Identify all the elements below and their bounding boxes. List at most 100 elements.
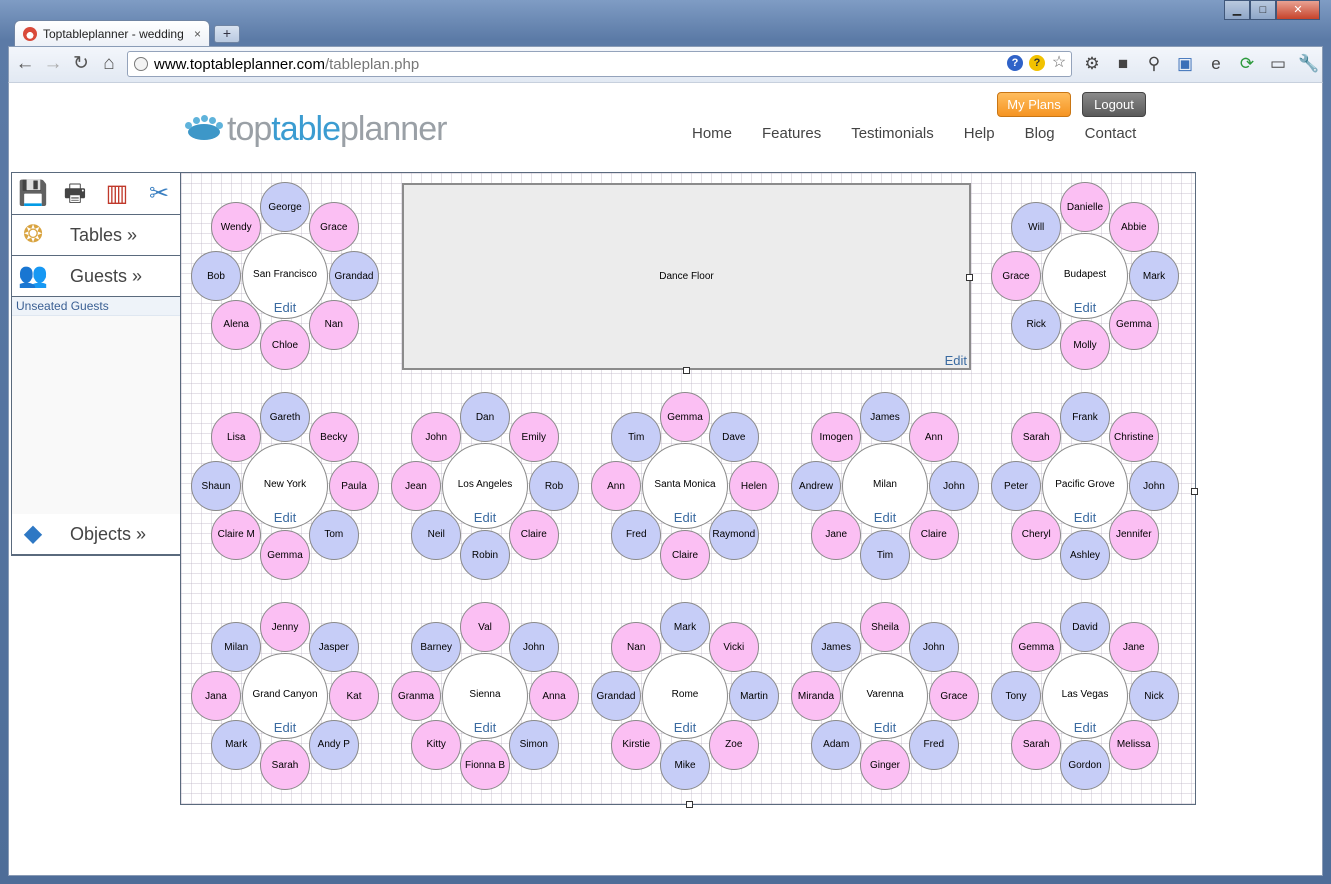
guest-seat[interactable]: Zoe: [708, 719, 759, 770]
objects-panel-toggle[interactable]: ◆ Objects »: [12, 514, 180, 555]
my-plans-button[interactable]: My Plans: [997, 92, 1071, 117]
guest-seat[interactable]: Ann: [591, 461, 641, 511]
guest-seat[interactable]: Peter: [991, 461, 1041, 511]
table-edit-link[interactable]: Edit: [1065, 300, 1105, 315]
guest-seat[interactable]: Sarah: [1011, 719, 1062, 770]
guest-seat[interactable]: Kitty: [411, 719, 462, 770]
logout-button[interactable]: Logout: [1082, 92, 1146, 117]
guest-seat[interactable]: Andrew: [791, 461, 841, 511]
back-icon[interactable]: ←: [15, 54, 35, 74]
star-icon[interactable]: ☆: [1051, 55, 1067, 71]
guest-seat[interactable]: Ashley: [1060, 530, 1110, 580]
table-edit-link[interactable]: Edit: [865, 510, 905, 525]
guest-seat[interactable]: Anna: [529, 671, 579, 721]
guest-seat[interactable]: Mark: [1129, 251, 1179, 301]
guest-seat[interactable]: Grace: [308, 202, 359, 253]
guest-seat[interactable]: Tony: [991, 671, 1041, 721]
guest-seat[interactable]: Grace: [991, 251, 1041, 301]
guest-seat[interactable]: John: [1129, 461, 1179, 511]
guest-seat[interactable]: Gordon: [1060, 740, 1110, 790]
guest-seat[interactable]: Fionna B: [460, 740, 510, 790]
guest-seat[interactable]: Shaun: [191, 461, 241, 511]
report-icon[interactable]: ▥: [102, 179, 132, 209]
guest-seat[interactable]: Tim: [860, 530, 910, 580]
save-icon[interactable]: 💾: [18, 179, 48, 209]
guest-seat[interactable]: Ginger: [860, 740, 910, 790]
table-edit-link[interactable]: Edit: [265, 300, 305, 315]
tables-panel-toggle[interactable]: ❂ Tables »: [12, 215, 180, 256]
guest-seat[interactable]: Sheila: [860, 602, 910, 652]
guest-seat[interactable]: Adam: [811, 719, 862, 770]
guest-seat[interactable]: Robin: [460, 530, 510, 580]
guest-seat[interactable]: James: [860, 392, 910, 442]
guest-seat[interactable]: Melissa: [1108, 719, 1159, 770]
guest-seat[interactable]: Sarah: [260, 740, 310, 790]
guest-seat[interactable]: Christine: [1108, 412, 1159, 463]
guest-seat[interactable]: Alena: [211, 299, 262, 350]
table-edit-link[interactable]: Edit: [1065, 510, 1105, 525]
guest-seat[interactable]: Kirstie: [611, 719, 662, 770]
guest-seat[interactable]: John: [508, 622, 559, 673]
guest-seat[interactable]: Nan: [308, 299, 359, 350]
guest-seat[interactable]: Frank: [1060, 392, 1110, 442]
guests-panel-toggle[interactable]: 👥 Guests »: [12, 256, 180, 297]
guest-seat[interactable]: Cheryl: [1011, 509, 1062, 560]
guest-seat[interactable]: John: [908, 622, 959, 673]
guest-seat[interactable]: Mark: [660, 602, 710, 652]
table-edit-link[interactable]: Edit: [465, 720, 505, 735]
guest-seat[interactable]: Grandad: [329, 251, 379, 301]
guest-seat[interactable]: Claire: [508, 509, 559, 560]
gear-icon[interactable]: ⚙: [1080, 53, 1104, 75]
guest-seat[interactable]: Jasper: [308, 622, 359, 673]
guest-seat[interactable]: Grandad: [591, 671, 641, 721]
guest-seat[interactable]: Mark: [211, 719, 262, 770]
guest-seat[interactable]: Jane: [1108, 622, 1159, 673]
guest-seat[interactable]: Neil: [411, 509, 462, 560]
guest-seat[interactable]: Jennifer: [1108, 509, 1159, 560]
minimize-button[interactable]: ▁: [1224, 0, 1250, 20]
guest-seat[interactable]: Dan: [460, 392, 510, 442]
guest-seat[interactable]: George: [260, 182, 310, 232]
guest-seat[interactable]: Vicki: [708, 622, 759, 673]
guest-seat[interactable]: Val: [460, 602, 510, 652]
table-edit-link[interactable]: Edit: [265, 720, 305, 735]
guest-seat[interactable]: Becky: [308, 412, 359, 463]
guest-seat[interactable]: Mike: [660, 740, 710, 790]
nav-contact[interactable]: Contact: [1085, 125, 1137, 142]
guest-seat[interactable]: Gemma: [1108, 299, 1159, 350]
camera-icon[interactable]: ■: [1111, 53, 1135, 75]
forward-icon[interactable]: →: [43, 54, 63, 74]
page-menu-icon[interactable]: ▭: [1266, 53, 1290, 75]
tab-close-button[interactable]: ×: [194, 27, 201, 41]
guest-seat[interactable]: Paula: [329, 461, 379, 511]
sync-icon[interactable]: ⟳: [1235, 53, 1259, 75]
nav-home[interactable]: Home: [692, 125, 732, 142]
guest-seat[interactable]: Abbie: [1108, 202, 1159, 253]
guest-seat[interactable]: Tom: [308, 509, 359, 560]
close-window-button[interactable]: ✕: [1276, 0, 1320, 20]
reload-icon[interactable]: ↻: [71, 54, 91, 74]
home-icon[interactable]: ⌂: [99, 54, 119, 74]
guest-seat[interactable]: Fred: [908, 719, 959, 770]
guest-seat[interactable]: Gemma: [660, 392, 710, 442]
guest-seat[interactable]: Jenny: [260, 602, 310, 652]
canvas-resize-handle-bottom[interactable]: [686, 801, 693, 808]
guest-seat[interactable]: Simon: [508, 719, 559, 770]
dance-floor[interactable]: Dance Floor Edit: [402, 183, 971, 370]
guest-seat[interactable]: Kat: [329, 671, 379, 721]
guest-seat[interactable]: Gareth: [260, 392, 310, 442]
address-bar[interactable]: www.toptableplanner.com/tableplan.php ? …: [127, 51, 1072, 77]
guest-seat[interactable]: Molly: [1060, 320, 1110, 370]
guest-seat[interactable]: Rob: [529, 461, 579, 511]
nav-blog[interactable]: Blog: [1025, 125, 1055, 142]
unseated-guests-list[interactable]: [12, 316, 180, 516]
dance-floor-edit-link[interactable]: Edit: [945, 353, 967, 368]
nav-testimonials[interactable]: Testimonials: [851, 125, 934, 142]
table-edit-link[interactable]: Edit: [1065, 720, 1105, 735]
nav-help[interactable]: Help: [964, 125, 995, 142]
help-icon[interactable]: ?: [1007, 55, 1023, 71]
guest-seat[interactable]: Grace: [929, 671, 979, 721]
tools-icon[interactable]: ✂: [144, 179, 174, 209]
guest-seat[interactable]: Gemma: [260, 530, 310, 580]
table-edit-link[interactable]: Edit: [865, 720, 905, 735]
